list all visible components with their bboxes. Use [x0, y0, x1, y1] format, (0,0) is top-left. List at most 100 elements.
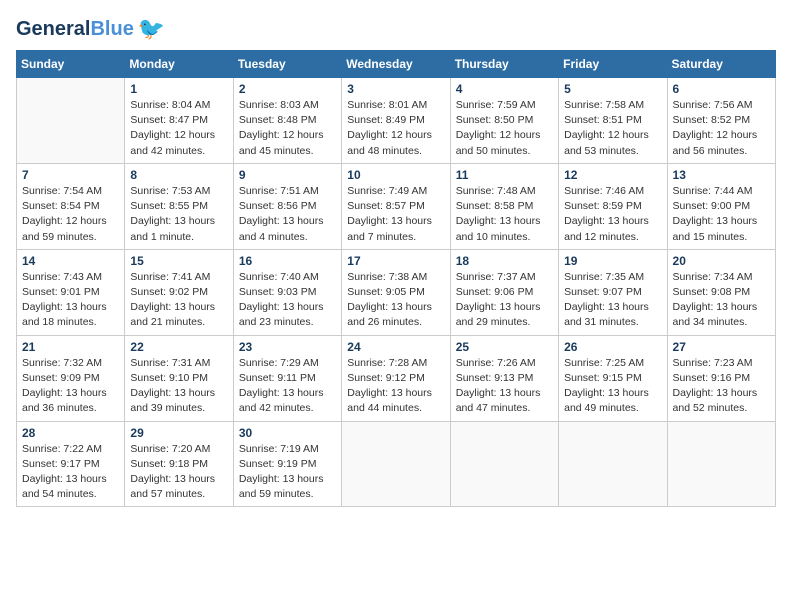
day-number: 7	[22, 168, 119, 182]
day-info: Sunrise: 7:38 AM Sunset: 9:05 PM Dayligh…	[347, 270, 444, 331]
day-info: Sunrise: 7:25 AM Sunset: 9:15 PM Dayligh…	[564, 356, 661, 417]
day-info: Sunrise: 8:03 AM Sunset: 8:48 PM Dayligh…	[239, 98, 336, 159]
day-number: 11	[456, 168, 553, 182]
weekday-header-thursday: Thursday	[450, 51, 558, 78]
calendar-cell: 4 Sunrise: 7:59 AM Sunset: 8:50 PM Daylig…	[450, 78, 558, 164]
calendar-cell: 17 Sunrise: 7:38 AM Sunset: 9:05 PM Dayli…	[342, 249, 450, 335]
day-info: Sunrise: 7:41 AM Sunset: 9:02 PM Dayligh…	[130, 270, 227, 331]
day-info: Sunrise: 7:22 AM Sunset: 9:17 PM Dayligh…	[22, 442, 119, 503]
logo: GeneralBlue 🐦	[16, 16, 165, 42]
day-number: 2	[239, 82, 336, 96]
calendar-cell: 14 Sunrise: 7:43 AM Sunset: 9:01 PM Dayli…	[17, 249, 125, 335]
day-info: Sunrise: 7:40 AM Sunset: 9:03 PM Dayligh…	[239, 270, 336, 331]
day-info: Sunrise: 7:32 AM Sunset: 9:09 PM Dayligh…	[22, 356, 119, 417]
day-info: Sunrise: 7:46 AM Sunset: 8:59 PM Dayligh…	[564, 184, 661, 245]
day-info: Sunrise: 7:49 AM Sunset: 8:57 PM Dayligh…	[347, 184, 444, 245]
day-info: Sunrise: 7:19 AM Sunset: 9:19 PM Dayligh…	[239, 442, 336, 503]
day-number: 4	[456, 82, 553, 96]
day-info: Sunrise: 7:35 AM Sunset: 9:07 PM Dayligh…	[564, 270, 661, 331]
day-info: Sunrise: 7:58 AM Sunset: 8:51 PM Dayligh…	[564, 98, 661, 159]
day-info: Sunrise: 7:44 AM Sunset: 9:00 PM Dayligh…	[673, 184, 770, 245]
calendar-table: SundayMondayTuesdayWednesdayThursdayFrid…	[16, 50, 776, 507]
calendar-cell: 16 Sunrise: 7:40 AM Sunset: 9:03 PM Dayli…	[233, 249, 341, 335]
day-number: 27	[673, 340, 770, 354]
calendar-cell: 27 Sunrise: 7:23 AM Sunset: 9:16 PM Dayli…	[667, 335, 775, 421]
day-number: 23	[239, 340, 336, 354]
weekday-header-monday: Monday	[125, 51, 233, 78]
logo-bird-icon: 🐦	[138, 16, 165, 42]
weekday-header-friday: Friday	[559, 51, 667, 78]
day-number: 14	[22, 254, 119, 268]
calendar-cell: 23 Sunrise: 7:29 AM Sunset: 9:11 PM Dayli…	[233, 335, 341, 421]
calendar-cell: 13 Sunrise: 7:44 AM Sunset: 9:00 PM Dayli…	[667, 163, 775, 249]
day-number: 15	[130, 254, 227, 268]
calendar-cell	[667, 421, 775, 507]
logo-text-general: GeneralBlue	[16, 18, 134, 40]
weekday-header-tuesday: Tuesday	[233, 51, 341, 78]
calendar-cell: 8 Sunrise: 7:53 AM Sunset: 8:55 PM Daylig…	[125, 163, 233, 249]
day-number: 26	[564, 340, 661, 354]
day-number: 9	[239, 168, 336, 182]
day-number: 28	[22, 426, 119, 440]
day-info: Sunrise: 7:26 AM Sunset: 9:13 PM Dayligh…	[456, 356, 553, 417]
weekday-header-row: SundayMondayTuesdayWednesdayThursdayFrid…	[17, 51, 776, 78]
day-info: Sunrise: 7:54 AM Sunset: 8:54 PM Dayligh…	[22, 184, 119, 245]
weekday-header-wednesday: Wednesday	[342, 51, 450, 78]
logo-text-blue: Blue	[90, 18, 133, 40]
day-info: Sunrise: 7:23 AM Sunset: 9:16 PM Dayligh…	[673, 356, 770, 417]
calendar-cell: 10 Sunrise: 7:49 AM Sunset: 8:57 PM Dayli…	[342, 163, 450, 249]
day-number: 30	[239, 426, 336, 440]
day-number: 21	[22, 340, 119, 354]
day-number: 24	[347, 340, 444, 354]
day-info: Sunrise: 7:43 AM Sunset: 9:01 PM Dayligh…	[22, 270, 119, 331]
day-number: 25	[456, 340, 553, 354]
day-info: Sunrise: 7:28 AM Sunset: 9:12 PM Dayligh…	[347, 356, 444, 417]
day-info: Sunrise: 7:56 AM Sunset: 8:52 PM Dayligh…	[673, 98, 770, 159]
day-info: Sunrise: 7:20 AM Sunset: 9:18 PM Dayligh…	[130, 442, 227, 503]
calendar-cell: 3 Sunrise: 8:01 AM Sunset: 8:49 PM Daylig…	[342, 78, 450, 164]
calendar-cell: 11Sunrise: 7:48 AM Sunset: 8:58 PM Dayli…	[450, 163, 558, 249]
day-info: Sunrise: 7:29 AM Sunset: 9:11 PM Dayligh…	[239, 356, 336, 417]
calendar-cell	[559, 421, 667, 507]
calendar-cell: 18 Sunrise: 7:37 AM Sunset: 9:06 PM Dayli…	[450, 249, 558, 335]
calendar-cell: 22Sunrise: 7:31 AM Sunset: 9:10 PM Dayli…	[125, 335, 233, 421]
day-info: Sunrise: 7:53 AM Sunset: 8:55 PM Dayligh…	[130, 184, 227, 245]
calendar-cell: 21 Sunrise: 7:32 AM Sunset: 9:09 PM Dayli…	[17, 335, 125, 421]
day-number: 16	[239, 254, 336, 268]
calendar-cell: 15 Sunrise: 7:41 AM Sunset: 9:02 PM Dayli…	[125, 249, 233, 335]
calendar-cell: 29 Sunrise: 7:20 AM Sunset: 9:18 PM Dayli…	[125, 421, 233, 507]
day-number: 10	[347, 168, 444, 182]
day-number: 8	[130, 168, 227, 182]
day-info: Sunrise: 7:34 AM Sunset: 9:08 PM Dayligh…	[673, 270, 770, 331]
calendar-cell: 25 Sunrise: 7:26 AM Sunset: 9:13 PM Dayli…	[450, 335, 558, 421]
day-number: 17	[347, 254, 444, 268]
week-row-1: 1 Sunrise: 8:04 AM Sunset: 8:47 PM Daylig…	[17, 78, 776, 164]
calendar-cell: 6 Sunrise: 7:56 AM Sunset: 8:52 PM Daylig…	[667, 78, 775, 164]
day-info: Sunrise: 8:04 AM Sunset: 8:47 PM Dayligh…	[130, 98, 227, 159]
week-row-3: 14 Sunrise: 7:43 AM Sunset: 9:01 PM Dayli…	[17, 249, 776, 335]
calendar-cell: 28 Sunrise: 7:22 AM Sunset: 9:17 PM Dayli…	[17, 421, 125, 507]
calendar-cell: 26 Sunrise: 7:25 AM Sunset: 9:15 PM Dayli…	[559, 335, 667, 421]
day-number: 1	[130, 82, 227, 96]
calendar-cell: 9Sunrise: 7:51 AM Sunset: 8:56 PM Daylig…	[233, 163, 341, 249]
day-info: Sunrise: 7:59 AM Sunset: 8:50 PM Dayligh…	[456, 98, 553, 159]
weekday-header-saturday: Saturday	[667, 51, 775, 78]
day-number: 22	[130, 340, 227, 354]
day-number: 19	[564, 254, 661, 268]
weekday-header-sunday: Sunday	[17, 51, 125, 78]
day-number: 20	[673, 254, 770, 268]
day-number: 29	[130, 426, 227, 440]
day-number: 5	[564, 82, 661, 96]
calendar-cell: 7 Sunrise: 7:54 AM Sunset: 8:54 PM Daylig…	[17, 163, 125, 249]
calendar-cell: 5 Sunrise: 7:58 AM Sunset: 8:51 PM Daylig…	[559, 78, 667, 164]
day-number: 12	[564, 168, 661, 182]
day-number: 6	[673, 82, 770, 96]
week-row-5: 28 Sunrise: 7:22 AM Sunset: 9:17 PM Dayli…	[17, 421, 776, 507]
day-number: 13	[673, 168, 770, 182]
calendar-cell: 1 Sunrise: 8:04 AM Sunset: 8:47 PM Daylig…	[125, 78, 233, 164]
day-info: Sunrise: 8:01 AM Sunset: 8:49 PM Dayligh…	[347, 98, 444, 159]
calendar-cell: 2 Sunrise: 8:03 AM Sunset: 8:48 PM Daylig…	[233, 78, 341, 164]
day-number: 3	[347, 82, 444, 96]
day-info: Sunrise: 7:37 AM Sunset: 9:06 PM Dayligh…	[456, 270, 553, 331]
day-number: 18	[456, 254, 553, 268]
